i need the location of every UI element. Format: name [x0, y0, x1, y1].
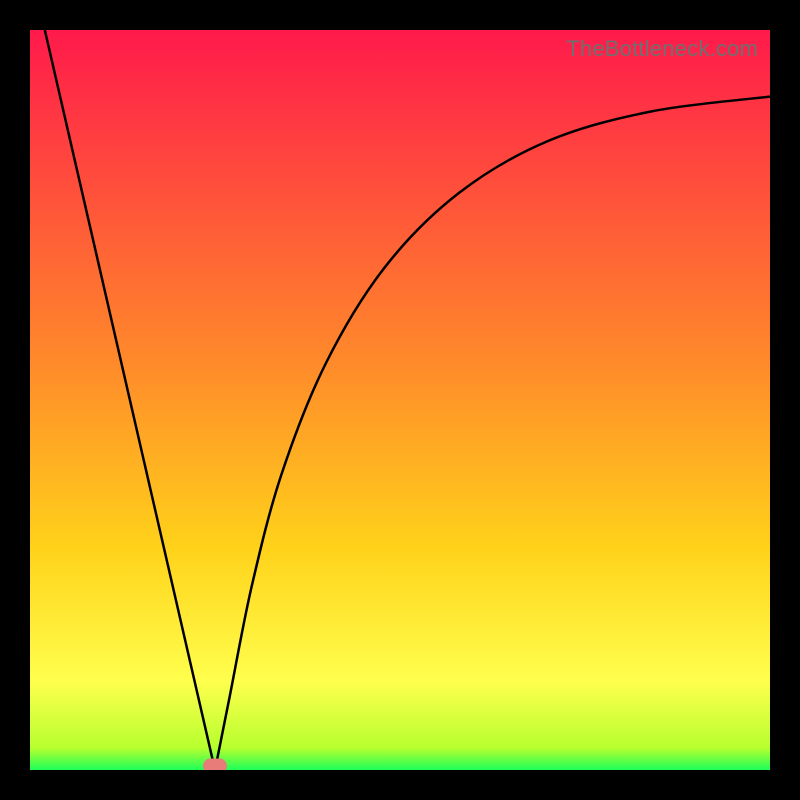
bottleneck-curve: [30, 30, 770, 770]
plot-area: TheBottleneck.com: [30, 30, 770, 770]
chart-frame: TheBottleneck.com: [0, 0, 800, 800]
curve-right-branch: [215, 97, 770, 770]
curve-left-branch: [45, 30, 215, 770]
